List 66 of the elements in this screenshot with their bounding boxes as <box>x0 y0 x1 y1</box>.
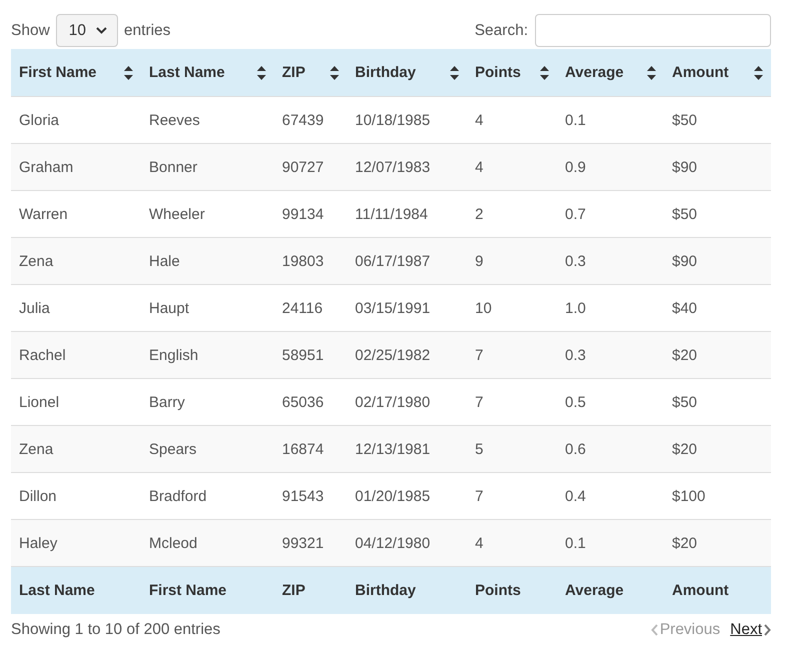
chevron-left-icon <box>650 624 658 636</box>
table-cell: 99321 <box>274 520 347 566</box>
table-cell: 0.3 <box>557 332 664 378</box>
table-cell: 16874 <box>274 426 347 472</box>
sort-icon <box>257 66 266 80</box>
table-cell: $90 <box>664 144 771 190</box>
sort-icon <box>540 66 549 80</box>
sort-icon <box>450 66 459 80</box>
table-cell: $20 <box>664 332 771 378</box>
table-cell: 58951 <box>274 332 347 378</box>
footer-cell: Last Name <box>11 566 141 614</box>
table-cell: Hale <box>141 238 274 284</box>
table-cell: Spears <box>141 426 274 472</box>
table-cell: 90727 <box>274 144 347 190</box>
search-field[interactable] <box>535 14 771 47</box>
column-header[interactable]: Last Name <box>141 49 274 96</box>
sort-icon <box>647 66 656 80</box>
sort-icon <box>124 66 133 80</box>
table-cell: English <box>141 332 274 378</box>
footer-cell: Points <box>467 566 557 614</box>
footer-cell: Amount <box>664 566 771 614</box>
show-label: Show <box>11 22 50 40</box>
table-cell: 4 <box>467 144 557 190</box>
table-cell: $20 <box>664 520 771 566</box>
chevron-right-icon <box>764 624 771 636</box>
table-cell: 0.9 <box>557 144 664 190</box>
column-header[interactable]: Points <box>467 49 557 96</box>
table-cell: 0.3 <box>557 238 664 284</box>
footer-cell: ZIP <box>274 566 347 614</box>
chevron-down-icon <box>96 27 108 34</box>
table-cell: Graham <box>11 144 141 190</box>
search-label: Search: <box>474 22 528 40</box>
column-header[interactable]: Birthday <box>347 49 467 96</box>
table-cell: Rachel <box>11 332 141 378</box>
table-cell: 7 <box>467 332 557 378</box>
table-info: Showing 1 to 10 of 200 entries <box>11 621 220 639</box>
table-cell: 0.6 <box>557 426 664 472</box>
page-size-select[interactable]: 10 <box>56 14 118 47</box>
table-cell: 0.1 <box>557 520 664 566</box>
column-header[interactable]: Average <box>557 49 664 96</box>
table-cell: $90 <box>664 238 771 284</box>
table-cell: 4 <box>467 520 557 566</box>
table-cell: Bonner <box>141 144 274 190</box>
table-cell: 5 <box>467 426 557 472</box>
table-cell: Mcleod <box>141 520 274 566</box>
table-cell: 9 <box>467 238 557 284</box>
next-button[interactable]: Next <box>730 621 771 639</box>
table-cell: 12/13/1981 <box>347 426 467 472</box>
table-cell: $20 <box>664 426 771 472</box>
table-cell: 02/25/1982 <box>347 332 467 378</box>
table-cell: 04/12/1980 <box>347 520 467 566</box>
table-cell: 19803 <box>274 238 347 284</box>
footer-cell: Birthday <box>347 566 467 614</box>
footer-cell: Average <box>557 566 664 614</box>
footer-cell: First Name <box>141 566 274 614</box>
table-cell: Zena <box>11 426 141 472</box>
sort-icon <box>754 66 763 80</box>
table-cell: Haley <box>11 520 141 566</box>
table-cell: 06/17/1987 <box>347 238 467 284</box>
sort-icon <box>330 66 339 80</box>
column-header[interactable]: First Name <box>11 49 141 96</box>
table-cell: Zena <box>11 238 141 284</box>
column-header[interactable]: ZIP <box>274 49 347 96</box>
table-cell: 12/07/1983 <box>347 144 467 190</box>
entries-label: entries <box>124 22 171 40</box>
column-header[interactable]: Amount <box>664 49 771 96</box>
